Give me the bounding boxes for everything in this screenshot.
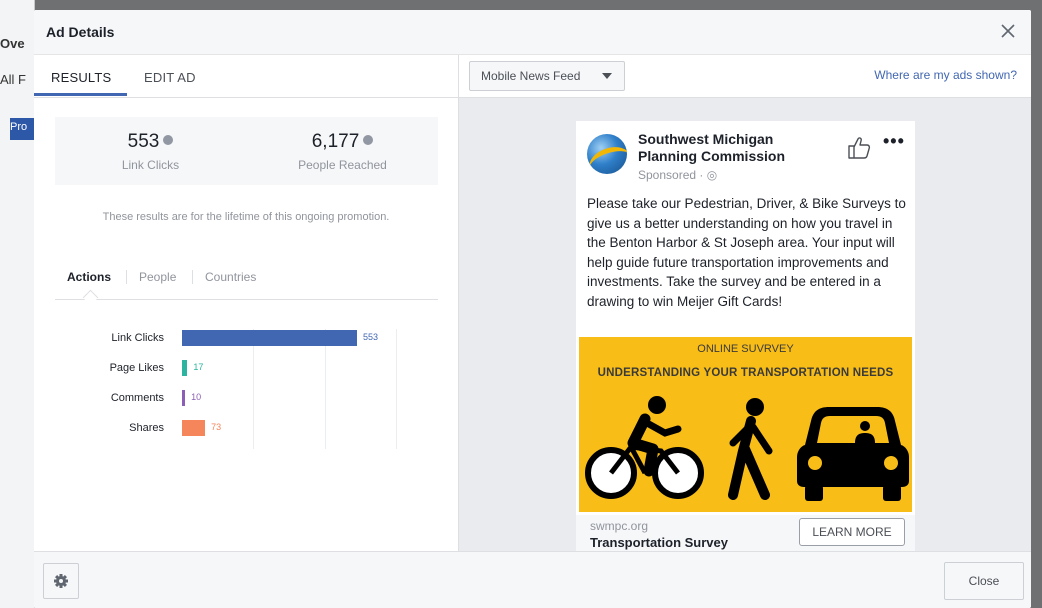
- placement-label: Mobile News Feed: [481, 69, 581, 83]
- bar[interactable]: [182, 360, 188, 376]
- bar[interactable]: [182, 330, 357, 346]
- stat-value: 553: [127, 131, 160, 152]
- where-ads-shown-link[interactable]: Where are my ads shown?: [874, 68, 1017, 82]
- page-name[interactable]: Southwest Michigan Planning Commission: [638, 131, 818, 165]
- background-text: All F: [0, 72, 26, 87]
- subtab-countries[interactable]: Countries: [205, 270, 256, 284]
- stat-link-clicks: 553 Link Clicks: [55, 131, 246, 172]
- bar-value-label: 17: [193, 362, 204, 372]
- background-text: Pro: [10, 121, 28, 133]
- bar[interactable]: [182, 390, 186, 406]
- stat-label: Link Clicks: [121, 158, 180, 172]
- info-icon[interactable]: [163, 135, 174, 145]
- bar[interactable]: [182, 420, 206, 436]
- more-options-icon[interactable]: •••: [883, 131, 905, 152]
- background-page: Ove All F Pro: [0, 0, 35, 608]
- subtab-people[interactable]: People: [139, 270, 176, 284]
- creative-headline: ONLINE SUVRVEY: [697, 343, 794, 355]
- tab-edit-ad[interactable]: EDIT AD: [144, 70, 196, 85]
- close-icon[interactable]: [997, 20, 1019, 42]
- car-icon: [797, 407, 909, 501]
- stat-people-reached: 6,177 People Reached: [247, 131, 438, 172]
- bar-label: Shares: [129, 422, 164, 434]
- link-preview-bar[interactable]: swmpc.org Transportation Survey LEARN MO…: [576, 515, 915, 551]
- results-panel: RESULTS EDIT AD 553 Link Clicks 6,177 Pe…: [34, 55, 468, 551]
- ad-details-modal: Ad Details RESULTS EDIT AD 553 Link Clic…: [34, 10, 1031, 608]
- caret-down-icon: [602, 73, 612, 79]
- ad-post-preview: Southwest Michigan Planning Commission S…: [576, 121, 915, 551]
- stat-value: 6,177: [311, 131, 360, 152]
- subtab-actions[interactable]: Actions: [67, 270, 111, 284]
- close-button[interactable]: Close: [944, 562, 1024, 600]
- post-text: Please take our Pedestrian, Driver, & Bi…: [587, 196, 906, 309]
- stats-summary: 553 Link Clicks 6,177 People Reached: [55, 117, 438, 185]
- bar-label: Page Likes: [109, 362, 164, 374]
- bar-value-label: 553: [363, 332, 379, 342]
- pedestrian-icon: [728, 398, 773, 500]
- active-subtab-caret: [82, 289, 99, 306]
- bar-row: Link Clicks 553: [84, 329, 444, 347]
- tab-results[interactable]: RESULTS: [51, 70, 111, 85]
- active-tab-indicator: [34, 93, 127, 96]
- sponsored-label: Sponsored · ◎: [638, 168, 718, 182]
- bar-row: Shares 73: [84, 419, 444, 437]
- background-button: Pro: [10, 118, 34, 140]
- transportation-icons: [585, 396, 909, 501]
- breakdown-tabs: Actions People Countries: [55, 261, 438, 306]
- bicycle-icon: [585, 396, 704, 499]
- ad-creative-image[interactable]: ONLINE SUVRVEY UNDERSTANDING YOUR TRANSP…: [579, 337, 912, 512]
- divider: [126, 270, 127, 284]
- gear-icon: [54, 574, 68, 588]
- divider: [192, 270, 193, 284]
- link-domain: swmpc.org: [590, 519, 649, 533]
- placement-dropdown[interactable]: Mobile News Feed: [469, 61, 625, 91]
- lifetime-note: These results are for the lifetime of th…: [102, 211, 390, 223]
- modal-title: Ad Details: [46, 24, 115, 40]
- bar-row: Comments 10: [84, 389, 444, 407]
- settings-button[interactable]: [43, 563, 79, 599]
- info-icon[interactable]: [363, 135, 374, 145]
- background-text: Ove: [0, 36, 25, 51]
- page-logo: [587, 134, 627, 174]
- thumbs-up-icon[interactable]: [846, 135, 872, 161]
- bar-value-label: 73: [211, 422, 222, 432]
- preview-toolbar: Mobile News Feed Where are my ads shown?: [459, 55, 1031, 98]
- tab-bar: RESULTS EDIT AD: [34, 55, 458, 98]
- bar-row: Page Likes 17: [84, 359, 444, 377]
- stat-label: People Reached: [298, 158, 387, 172]
- modal-footer: Close: [34, 551, 1031, 608]
- modal-header: Ad Details: [34, 10, 1031, 55]
- bar-value-label: 10: [191, 392, 202, 402]
- link-title: Transportation Survey: [590, 535, 728, 550]
- bar-label: Comments: [110, 392, 164, 404]
- learn-more-button[interactable]: LEARN MORE: [799, 518, 905, 546]
- ad-preview-panel: Mobile News Feed Where are my ads shown?…: [459, 55, 1031, 551]
- bar-label: Link Clicks: [111, 332, 164, 344]
- actions-bar-chart: Link Clicks 553 Page Likes 17 Comments 10 Shar…: [84, 325, 468, 455]
- creative-subheadline: UNDERSTANDING YOUR TRANSPORTATION NEEDS: [597, 367, 894, 379]
